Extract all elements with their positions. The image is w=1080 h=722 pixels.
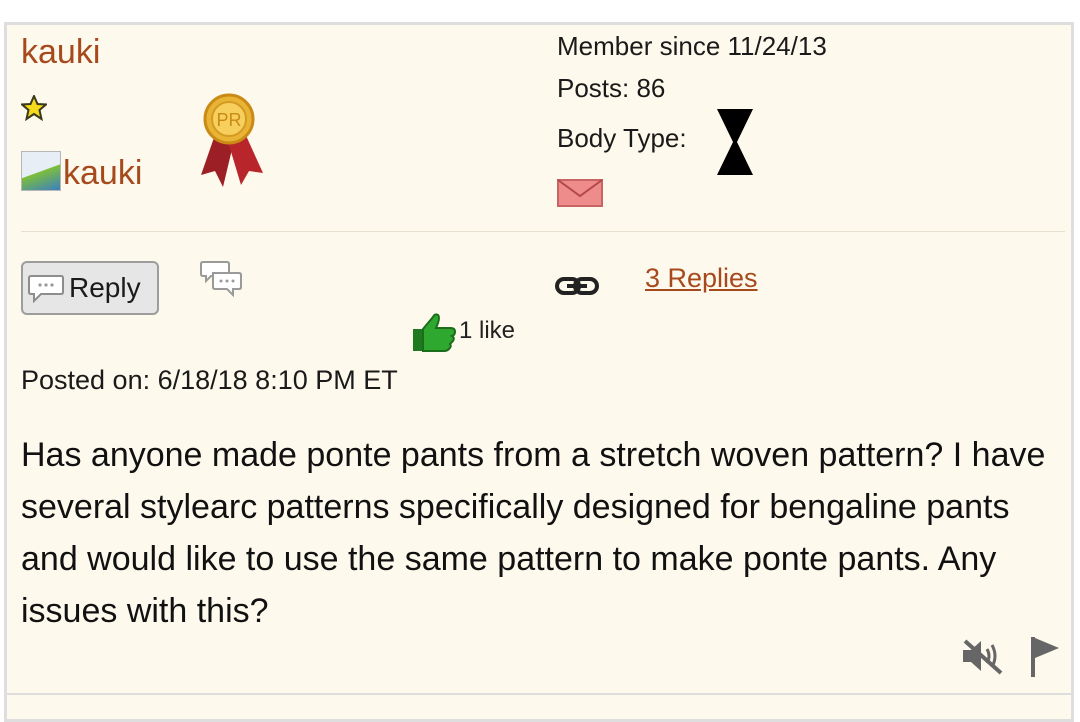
thumbs-up-icon[interactable] — [411, 311, 457, 353]
avatar[interactable]: kauki — [21, 149, 142, 191]
replies-link[interactable]: 3 Replies — [645, 263, 758, 294]
username-link[interactable]: kauki — [21, 33, 100, 72]
body-type-label: Body Type: — [557, 123, 687, 153]
envelope-icon[interactable] — [557, 179, 603, 207]
flag-icon[interactable] — [1027, 635, 1061, 677]
star-icon — [21, 95, 47, 121]
avatar-alt-text: kauki — [63, 154, 143, 192]
member-since: Member since 11/24/13 — [557, 31, 827, 61]
chain-link-icon[interactable] — [555, 273, 599, 299]
pr-badge-text: PR — [216, 110, 241, 130]
bottom-divider — [7, 693, 1071, 695]
mute-icon[interactable] — [961, 637, 1005, 675]
reply-button[interactable]: Reply — [21, 261, 159, 315]
speech-bubble-icon — [28, 275, 64, 303]
hourglass-icon — [717, 109, 753, 175]
reply-label: Reply — [69, 272, 141, 303]
forum-post: kauki kauki PR Member since 11/24/13 Pos… — [4, 22, 1074, 722]
pr-ribbon-icon: PR — [201, 93, 263, 187]
posted-on: Posted on: 6/18/18 8:10 PM ET — [21, 365, 398, 395]
chat-bubbles-icon[interactable] — [199, 259, 243, 303]
divider — [21, 231, 1065, 232]
broken-image-icon — [21, 151, 61, 191]
like-count: 1 like — [459, 317, 516, 344]
post-message: Has anyone made ponte pants from a stret… — [21, 436, 1046, 630]
post-count: Posts: 86 — [557, 73, 666, 103]
